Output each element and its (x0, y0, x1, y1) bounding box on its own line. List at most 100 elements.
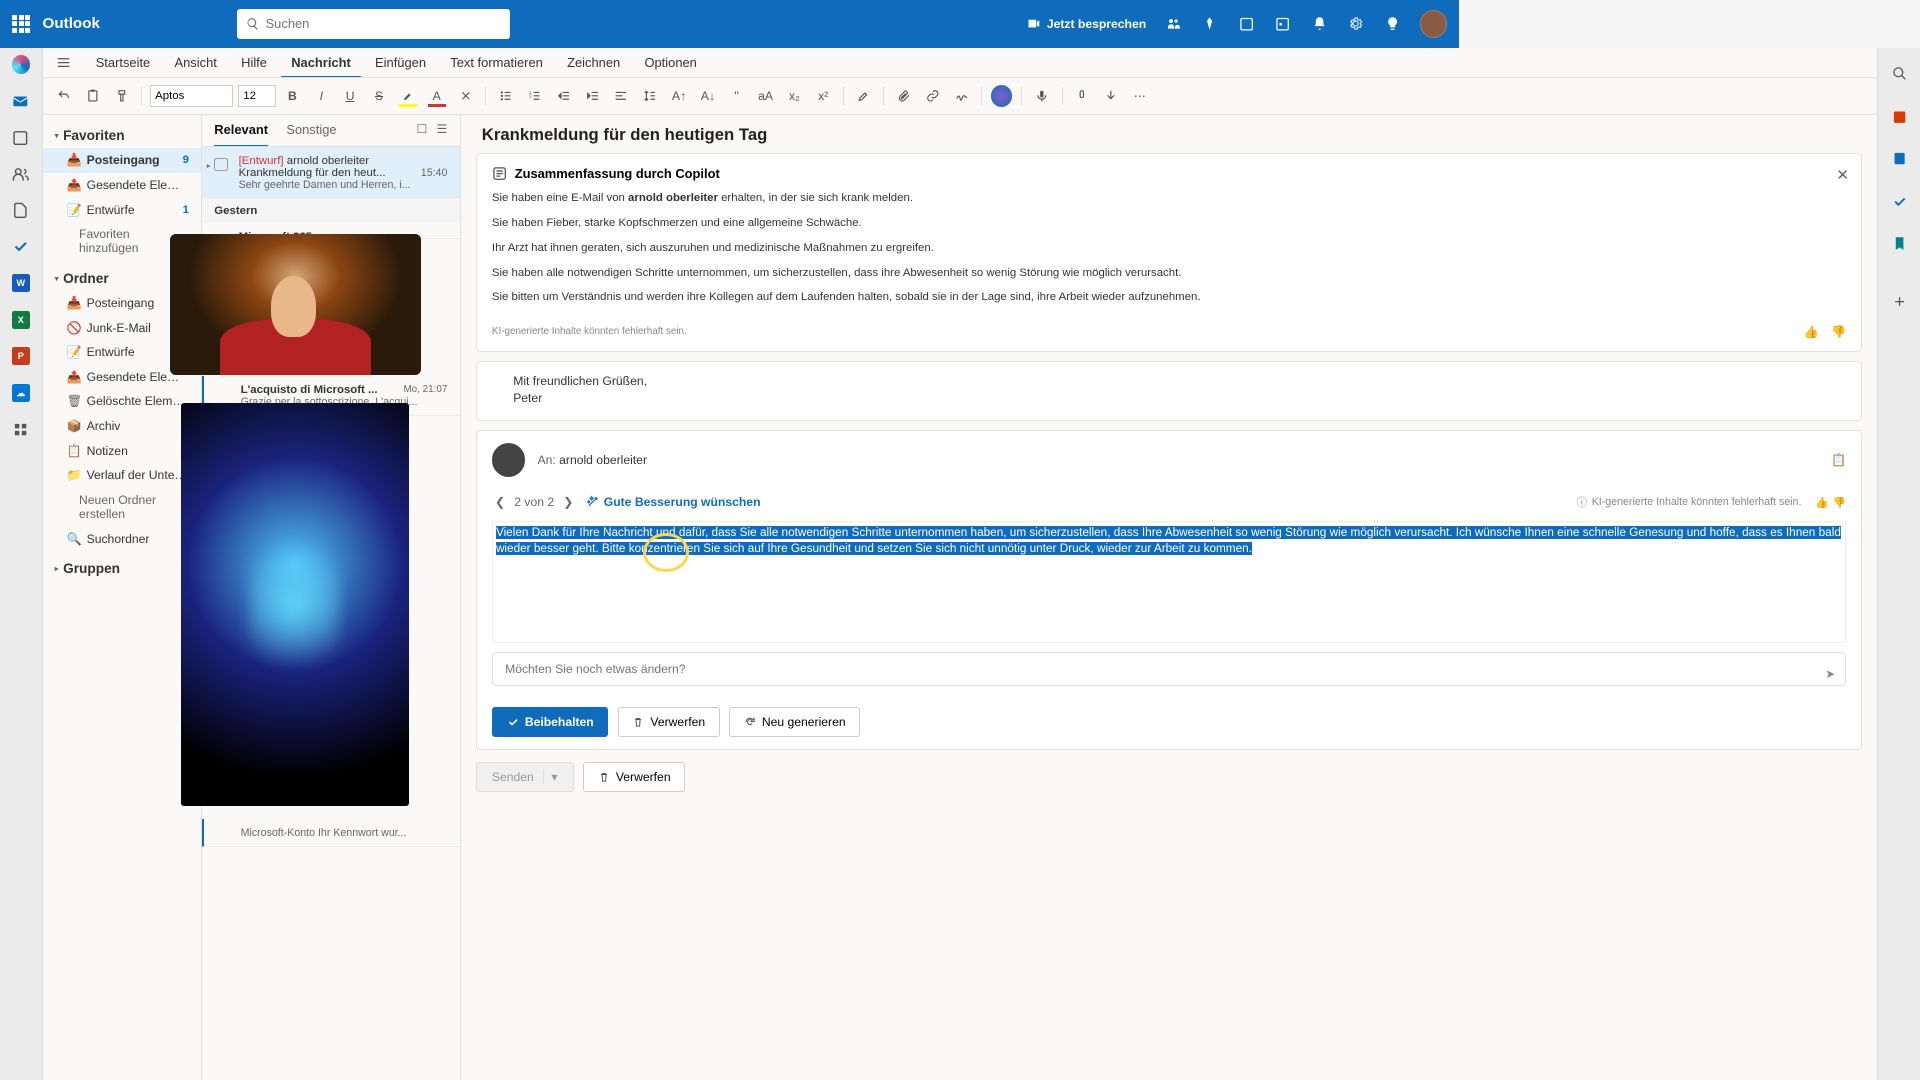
keep-button[interactable]: Beibehalten (492, 707, 608, 737)
draft-thumbs-up[interactable]: 👍 (1815, 496, 1828, 509)
nav-drafts-fav[interactable]: 📝Entwürfe 1 (43, 197, 202, 222)
copilot-button[interactable] (989, 84, 1013, 108)
font-color-button[interactable]: A (425, 84, 449, 108)
tab-insert[interactable]: Einfügen (364, 48, 436, 76)
my-day-icon[interactable] (1274, 15, 1292, 33)
tab-draw[interactable]: Zeichnen (556, 48, 630, 76)
nav-history[interactable]: 📁Verlauf der Unterhalt... (43, 463, 202, 488)
right-rail-search[interactable] (1889, 63, 1910, 84)
more-button[interactable]: ⋯ (1128, 84, 1152, 108)
nav-deleted[interactable]: 🗑Gelöschte Elemente (43, 389, 202, 414)
list-tab-other[interactable]: Sonstige (286, 122, 336, 146)
format-painter-button[interactable] (109, 84, 133, 108)
rail-powerpoint[interactable]: P (10, 346, 31, 367)
discard-draft-button[interactable]: Verwerfen (618, 707, 720, 737)
dictate-button[interactable] (1030, 84, 1054, 108)
suggestion-pill[interactable]: Gute Besserung wünschen (586, 495, 761, 509)
right-rail-tasks[interactable] (1889, 191, 1910, 212)
tab-help[interactable]: Hilfe (231, 48, 278, 76)
signature-button[interactable] (949, 84, 973, 108)
diamond-icon[interactable] (1201, 15, 1219, 33)
attach-button[interactable] (892, 84, 916, 108)
right-rail-calendar[interactable] (1889, 106, 1910, 127)
draft-text-area[interactable]: Vielen Dank für Ihre Nachricht und dafür… (492, 521, 1846, 643)
search-box[interactable] (237, 9, 511, 39)
right-rail-bookmarks[interactable] (1889, 233, 1910, 254)
rail-mail[interactable] (10, 90, 31, 111)
rail-word[interactable]: W (10, 273, 31, 294)
align-button[interactable] (609, 84, 633, 108)
subscript-button[interactable]: x₂ (782, 84, 806, 108)
draft-more-icon[interactable]: 📋 (1831, 453, 1846, 467)
summary-close-button[interactable]: ✕ (1836, 166, 1849, 184)
tab-format[interactable]: Text formatieren (440, 48, 554, 76)
rail-calendar[interactable] (10, 127, 31, 148)
rail-copilot[interactable] (10, 54, 31, 75)
sensitivity-button[interactable] (1070, 84, 1094, 108)
link-button[interactable] (920, 84, 944, 108)
quote-button[interactable]: " (725, 84, 749, 108)
strikethrough-button[interactable]: S (367, 84, 391, 108)
right-rail-add[interactable] (1889, 291, 1910, 312)
notifications-icon[interactable] (1310, 15, 1328, 33)
priority-button[interactable] (1099, 84, 1123, 108)
hamburger-menu[interactable] (52, 50, 76, 74)
draft-thumbs-down[interactable]: 👎 (1833, 496, 1846, 509)
nav-sent-fav[interactable]: 📤Gesendete Elemente (43, 173, 202, 198)
teams-icon[interactable] (1164, 15, 1182, 33)
thumbs-down-button[interactable]: 👎 (1831, 325, 1846, 339)
rail-todo[interactable] (10, 236, 31, 257)
tab-home[interactable]: Startseite (85, 48, 161, 76)
highlight-button[interactable] (396, 84, 420, 108)
line-spacing-button[interactable] (638, 84, 662, 108)
bold-button[interactable]: B (280, 84, 304, 108)
regenerate-button[interactable]: Neu generieren (729, 707, 860, 737)
user-avatar[interactable] (1420, 10, 1447, 37)
decrease-font-button[interactable]: A↓ (696, 84, 720, 108)
bullets-button[interactable] (494, 84, 518, 108)
message-checkbox[interactable] (214, 158, 228, 172)
nav-notes[interactable]: 📋Notizen (43, 438, 202, 463)
increase-font-button[interactable]: A↑ (667, 84, 691, 108)
settings-icon[interactable] (1347, 15, 1365, 33)
message-item-1[interactable]: ▸ [Entwurf] arnold oberleiter Krankmeldu… (202, 147, 459, 199)
select-all-icon[interactable]: ☐ (416, 122, 427, 146)
search-input[interactable] (266, 16, 502, 31)
tab-view[interactable]: Ansicht (164, 48, 228, 76)
refine-send-button[interactable]: ➤ (1825, 667, 1835, 681)
nav-search-folders[interactable]: 🔍Suchordner (43, 526, 202, 551)
refine-input[interactable] (492, 652, 1846, 686)
tips-icon[interactable] (1383, 15, 1401, 33)
underline-button[interactable]: U (338, 84, 362, 108)
styles-button[interactable] (851, 84, 875, 108)
send-button[interactable]: Senden ▾ (476, 762, 574, 792)
superscript-button[interactable]: x² (811, 84, 835, 108)
send-dropdown[interactable]: ▾ (543, 770, 558, 784)
tab-message[interactable]: Nachricht (281, 48, 362, 76)
nav-archive[interactable]: 📦Archiv (43, 414, 202, 439)
favorites-header[interactable]: ▾Favoriten (43, 124, 202, 148)
expand-icon[interactable]: ▸ (207, 161, 211, 170)
meet-now-button[interactable]: Jetzt besprechen (1026, 16, 1147, 31)
calendar-day-icon[interactable] (1237, 15, 1255, 33)
font-size-select[interactable] (238, 85, 276, 106)
numbering-button[interactable]: 12 (523, 84, 547, 108)
app-launcher[interactable] (12, 15, 30, 33)
list-tab-relevant[interactable]: Relevant (214, 122, 268, 146)
thumbs-up-button[interactable]: 👍 (1804, 325, 1819, 339)
rail-people[interactable] (10, 163, 31, 184)
rail-onedrive[interactable]: ☁ (10, 382, 31, 403)
indent-button[interactable] (580, 84, 604, 108)
rail-more-apps[interactable] (10, 418, 31, 439)
undo-button[interactable] (52, 84, 76, 108)
groups-header[interactable]: ▸Gruppen (43, 557, 202, 581)
font-select[interactable] (150, 85, 234, 106)
tab-options[interactable]: Optionen (634, 48, 708, 76)
nav-inbox-fav[interactable]: 📥Posteingang 9 (43, 148, 202, 173)
discard-message-button[interactable]: Verwerfen (583, 762, 685, 792)
filter-icon[interactable]: ☰ (436, 122, 447, 146)
pager-prev-button[interactable]: ❮ (492, 492, 508, 512)
clear-format-button[interactable] (453, 84, 477, 108)
paste-button[interactable] (81, 84, 105, 108)
right-rail-note[interactable] (1889, 148, 1910, 169)
